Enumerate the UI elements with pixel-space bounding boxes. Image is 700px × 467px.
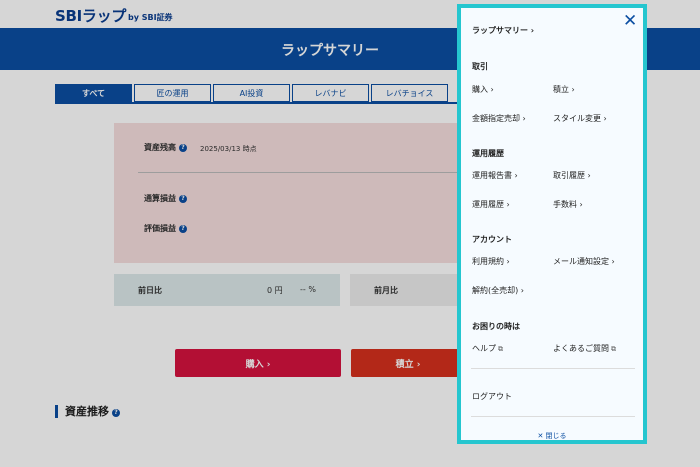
menu-logout[interactable]: ログアウト: [472, 391, 512, 402]
menu-trade-heading: 取引: [472, 62, 488, 71]
side-menu-body: ラップサマリー › ✕ 取引 購入 › 積立 › 金額指定売却 › スタイル変更…: [461, 8, 643, 440]
menu-item-trade-history[interactable]: 取引履歴 ›: [553, 170, 591, 181]
menu-item-faq-label: よくあるご質問: [553, 344, 609, 353]
menu-item-buy[interactable]: 購入 ›: [472, 84, 494, 95]
menu-item-faq[interactable]: よくあるご質問 ⧉: [553, 343, 616, 354]
menu-item-amount-sell[interactable]: 金額指定売却 ›: [472, 113, 526, 124]
menu-item-style-change[interactable]: スタイル変更 ›: [553, 113, 607, 124]
external-link-icon: ⧉: [611, 345, 616, 353]
menu-item-tsumitate[interactable]: 積立 ›: [553, 84, 575, 95]
menu-close-label: 閉じる: [545, 432, 567, 440]
menu-account-heading: アカウント: [472, 235, 512, 244]
menu-history-heading: 運用履歴: [472, 149, 504, 158]
menu-item-terms[interactable]: 利用規約 ›: [472, 256, 510, 267]
close-icon: ✕: [537, 432, 544, 440]
menu-summary-link[interactable]: ラップサマリー ›: [472, 25, 534, 36]
menu-item-help[interactable]: ヘルプ ⧉: [472, 343, 503, 354]
external-link-icon: ⧉: [498, 345, 503, 353]
menu-divider: [471, 368, 635, 369]
menu-divider: [471, 416, 635, 417]
menu-help-heading: お困りの時は: [472, 322, 520, 331]
menu-item-mail-settings[interactable]: メール通知設定 ›: [553, 256, 615, 267]
close-icon[interactable]: ✕: [623, 11, 637, 31]
menu-item-cancel[interactable]: 解約(全売却) ›: [472, 285, 524, 296]
menu-item-operation-history[interactable]: 運用履歴 ›: [472, 199, 510, 210]
menu-item-report[interactable]: 運用報告書 ›: [472, 170, 518, 181]
menu-item-help-label: ヘルプ: [472, 344, 496, 353]
menu-close-bottom[interactable]: ✕ 閉じる: [461, 431, 643, 441]
menu-item-fees[interactable]: 手数料 ›: [553, 199, 583, 210]
side-menu: ラップサマリー › ✕ 取引 購入 › 積立 › 金額指定売却 › スタイル変更…: [457, 4, 647, 444]
